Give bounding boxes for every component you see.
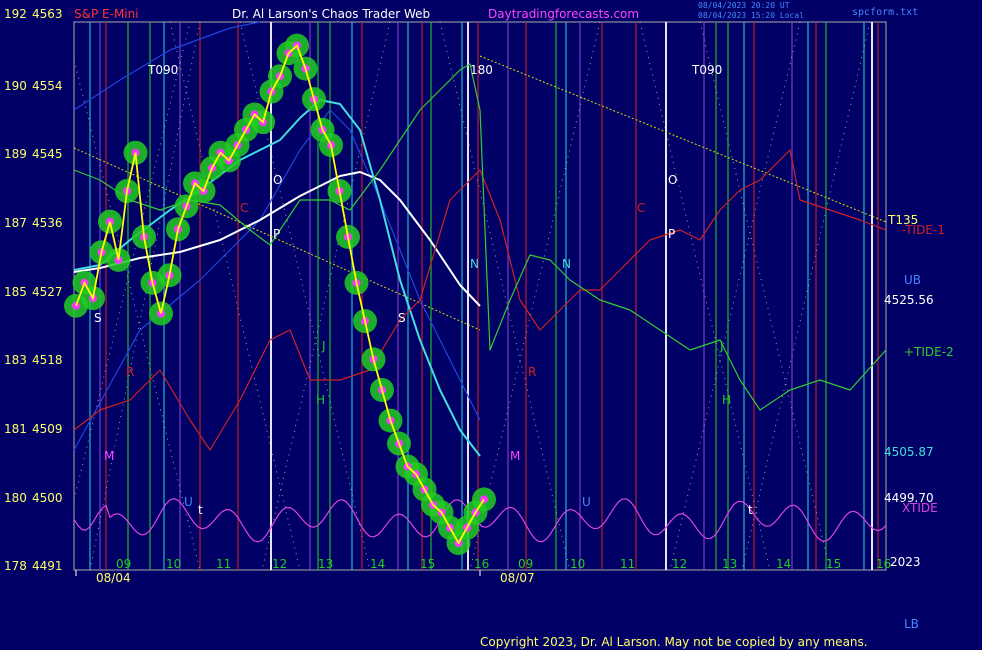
planet-label-18: J [719, 339, 724, 353]
site-title: Dr. Al Larson's Chaos Trader Web [232, 7, 430, 21]
hour-label-0: 09 [116, 557, 131, 571]
right-label-7: XTIDE [902, 501, 938, 515]
planet-label-6: S [94, 311, 102, 325]
y-label-price-4536: 4536 [32, 216, 63, 230]
planet-label-12: t [198, 503, 203, 517]
planet-label-15: P [668, 227, 675, 241]
hour-label-13: 14 [776, 557, 791, 571]
planet-label-9: N [470, 257, 479, 271]
planet-label-14: O [668, 173, 677, 187]
date-label-1: 08/07 [500, 571, 535, 585]
y-label-price-4527: 4527 [32, 285, 63, 299]
planet-label-2: T090 [691, 63, 722, 77]
hour-label-12: 13 [722, 557, 737, 571]
y-label-tide-180: 180 [4, 491, 27, 505]
hour-label-7: 16 [474, 557, 489, 571]
y-label-tide-190: 190 [4, 79, 27, 93]
local-timestamp: 08/04/2023 15:20 Local [698, 11, 804, 20]
planet-label-11: M [104, 449, 114, 463]
planet-label-19: H [722, 393, 731, 407]
y-label-4563: 4563 [32, 7, 63, 21]
ut-timestamp: 08/04/2023 20:20 UT [698, 1, 790, 10]
planet-label-21: R [528, 365, 536, 379]
hour-label-15: 16 [876, 557, 891, 571]
hour-label-5: 14 [370, 557, 385, 571]
right-label-2: UB [904, 273, 921, 287]
y-label-price-4500: 4500 [32, 491, 63, 505]
right-label-8: 2023 [890, 555, 921, 569]
planet-label-7: J [321, 339, 326, 353]
y-label-tide-181: 181 [4, 422, 27, 436]
planet-label-4: P [273, 227, 280, 241]
planet-label-13: U [184, 495, 193, 509]
site-link[interactable]: Daytradingforecasts.com [488, 7, 639, 21]
hour-label-3: 12 [272, 557, 287, 571]
y-label-tide-178: 178 [4, 559, 27, 573]
right-label-1: -TIDE-1 [902, 223, 945, 237]
planet-label-20: N [562, 257, 571, 271]
hour-label-1: 10 [166, 557, 181, 571]
planet-label-5: C [240, 201, 248, 215]
planet-label-16: C [637, 201, 645, 215]
right-label-9: LB [904, 617, 919, 631]
y-label-tide-185: 185 [4, 285, 27, 299]
y-label-tide-189: 189 [4, 147, 27, 161]
planet-label-8: H [316, 393, 325, 407]
planet-label-0: T090 [147, 63, 178, 77]
date-label-0: 08/04 [96, 571, 131, 585]
hour-label-11: 12 [672, 557, 687, 571]
chaos-chart: 190 4554 189 4545 187 4536 185 4527 183 4518 181 45… [0, 0, 982, 650]
right-label-5: 4505.87 [884, 445, 934, 459]
hour-label-14: 15 [826, 557, 841, 571]
planet-label-23: t [748, 503, 753, 517]
hour-label-9: 10 [570, 557, 585, 571]
right-label-4: +TIDE-2 [904, 345, 954, 359]
hour-label-4: 13 [318, 557, 333, 571]
planet-label-17: S [398, 311, 406, 325]
y-label-price-4491: 4491 [32, 559, 63, 573]
y-label-tide-183: 183 [4, 353, 27, 367]
planet-label-22: M [510, 449, 520, 463]
hour-label-6: 15 [420, 557, 435, 571]
y-label-price-4545: 4545 [32, 147, 63, 161]
hour-label-2: 11 [216, 557, 231, 571]
y-label-price-4554: 4554 [32, 79, 63, 93]
y-label-price-4509: 4509 [32, 422, 63, 436]
hour-label-10: 11 [620, 557, 635, 571]
instrument-title: S&P E-Mini [74, 7, 139, 21]
y-label-192: 192 [4, 7, 27, 21]
planet-label-24: U [582, 495, 591, 509]
file-name: spcform.txt [852, 7, 918, 18]
right-label-3: 4525.56 [884, 293, 934, 307]
y-label-tide-187: 187 [4, 216, 27, 230]
copyright: Copyright 2023, Dr. Al Larson. May not b… [480, 635, 868, 649]
planet-label-10: R [126, 365, 134, 379]
planet-label-3: O [273, 173, 282, 187]
planet-label-1: 180 [470, 63, 493, 77]
y-label-price-4518: 4518 [32, 353, 63, 367]
hour-label-8: 09 [518, 557, 533, 571]
